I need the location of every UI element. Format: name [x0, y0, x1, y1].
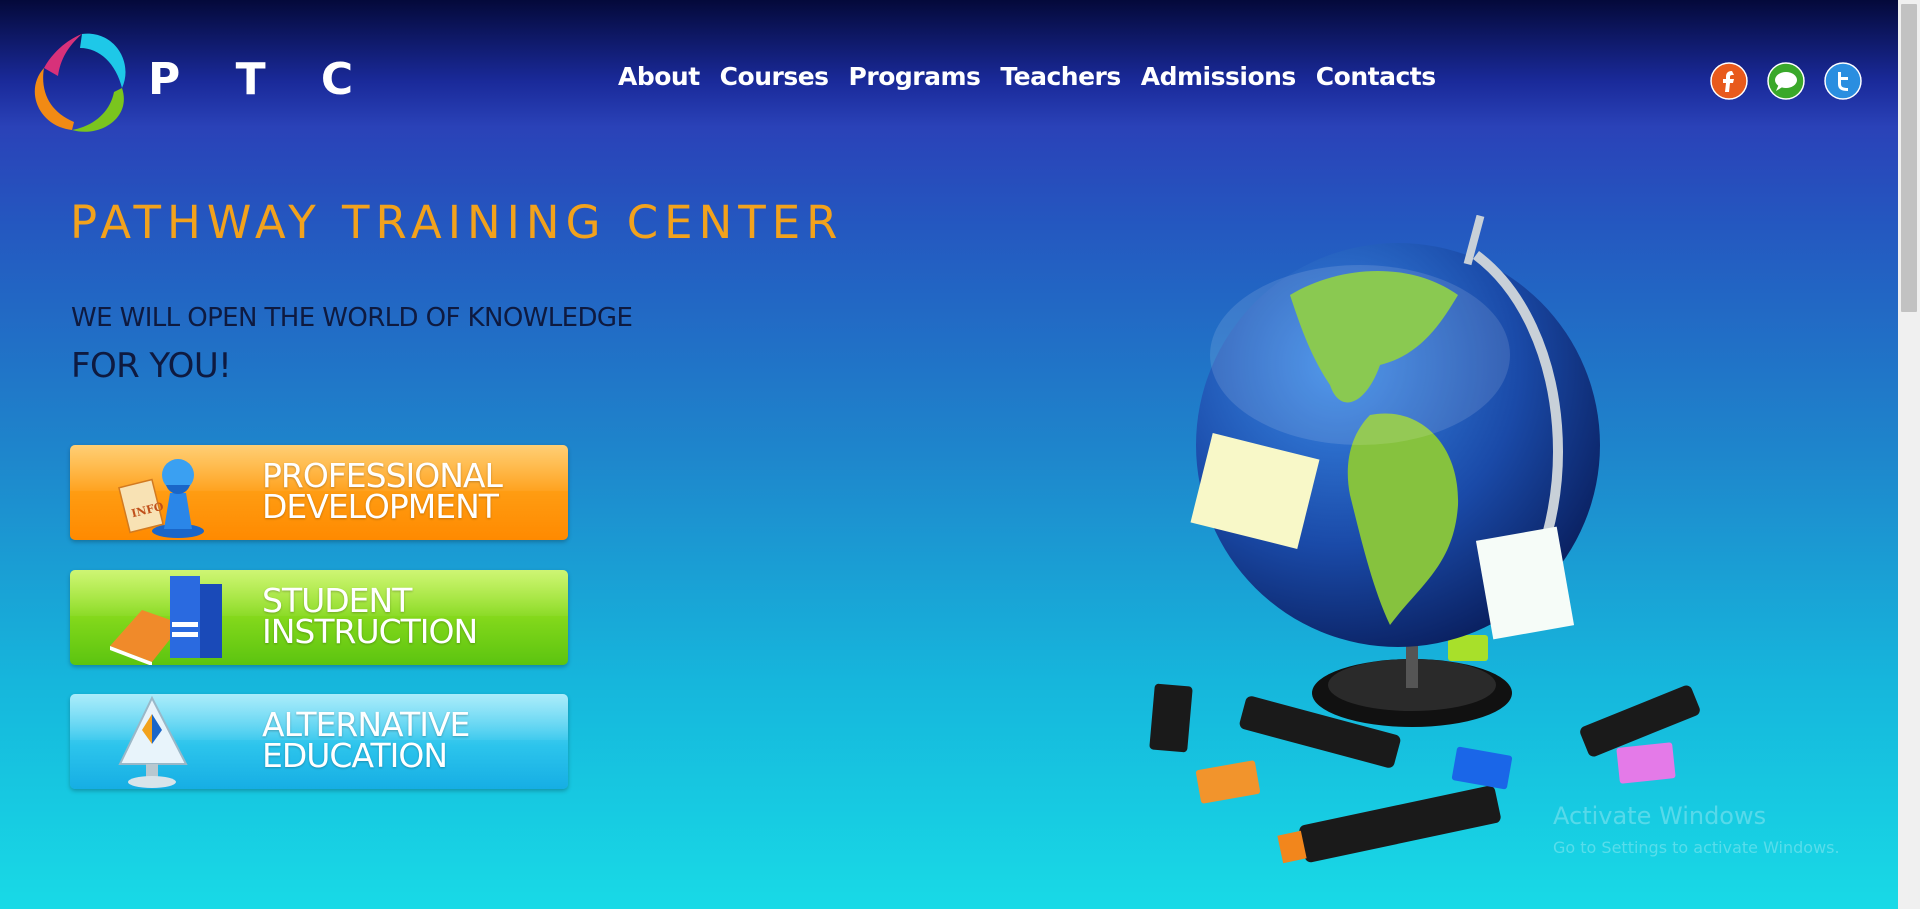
brand-name[interactable]: P T C — [148, 54, 373, 105]
monitor-icon — [118, 695, 188, 788]
main-nav: About Courses Programs Teachers Admissio… — [618, 62, 1436, 91]
student-instruction-label: STUDENT INSTRUCTION — [262, 581, 478, 651]
activation-watermark-title: Activate Windows — [1553, 802, 1767, 830]
professional-development-button[interactable]: INFO PROFESSIONAL DEVELOPMENT — [70, 445, 568, 540]
hero-title: PATHWAY TRAINING CENTER — [70, 196, 844, 249]
nav-admissions[interactable]: Admissions — [1141, 62, 1297, 91]
scrollbar-thumb[interactable] — [1901, 4, 1917, 312]
swirl-logo-icon[interactable] — [22, 26, 142, 136]
chat-icon[interactable] — [1767, 62, 1805, 100]
tagline-line2: FOR YOU! — [71, 346, 232, 386]
activation-watermark-subtitle: Go to Settings to activate Windows. — [1553, 838, 1840, 857]
twitter-icon[interactable] — [1824, 62, 1862, 100]
professional-development-label: PROFESSIONAL DEVELOPMENT — [262, 456, 503, 526]
alternative-education-label: ALTERNATIVE EDUCATION — [262, 705, 470, 775]
info-chess-piece-icon: INFO — [118, 459, 204, 538]
alternative-education-button[interactable]: ALTERNATIVE EDUCATION — [70, 694, 568, 789]
globe-icon — [1149, 215, 1700, 864]
scrollbar[interactable] — [1898, 0, 1920, 909]
nav-contacts[interactable]: Contacts — [1316, 62, 1436, 91]
nav-programs[interactable]: Programs — [849, 62, 981, 91]
nav-courses[interactable]: Courses — [720, 62, 829, 91]
tagline-line1: WE WILL OPEN THE WORLD OF KNOWLEDGE — [71, 303, 633, 333]
student-instruction-button[interactable]: STUDENT INSTRUCTION — [70, 570, 568, 665]
books-icon — [110, 576, 222, 665]
nav-teachers[interactable]: Teachers — [1000, 62, 1121, 91]
facebook-icon[interactable] — [1710, 62, 1748, 100]
nav-about[interactable]: About — [618, 62, 700, 91]
page: P T C About Courses Programs Teachers Ad… — [0, 0, 1898, 909]
